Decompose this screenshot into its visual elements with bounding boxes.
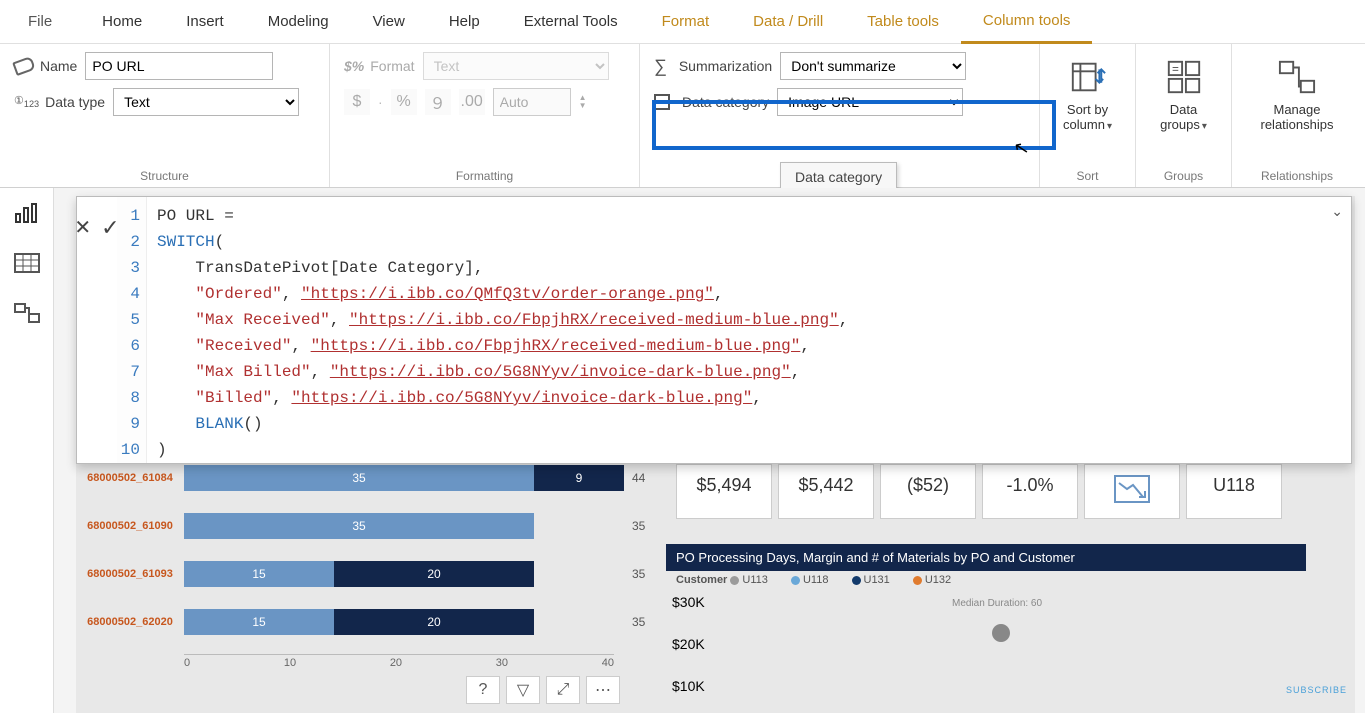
kpi-value-3: ($52) [880,464,976,519]
tab-column-tools[interactable]: Column tools [961,0,1093,44]
relationships-icon [1278,58,1316,96]
more-icon[interactable]: ⋯ [586,676,620,704]
datatype-select[interactable]: Text [113,88,299,116]
manage-relationships-button[interactable]: Manage relationships [1246,52,1348,138]
chart2-legend: Customer U113 U118 U131 U132 [676,574,971,586]
percent-button: % [391,89,417,115]
help-icon[interactable]: ? [466,676,500,704]
tab-file[interactable]: File [0,0,80,44]
sort-by-column-button[interactable]: Sort by column [1054,52,1121,138]
data-category-label: Data category [654,94,769,110]
tab-help[interactable]: Help [427,0,502,44]
tab-format[interactable]: Format [640,0,732,44]
decimal-button: .00 [459,89,485,115]
kpi-trend-icon [1084,464,1180,519]
data-view-icon[interactable] [13,252,41,274]
group-formatting: $% Format Text $ · % ９ .00 ▲▼ Formatting [330,44,640,187]
tab-external-tools[interactable]: External Tools [502,0,640,44]
percent-format-icon: $% [344,58,364,74]
view-switcher [0,188,54,713]
format-select: Text [423,52,609,80]
sort-icon [1069,58,1107,96]
datatype-label: ①123 Data type [14,94,105,110]
group-structure: Name ①123 Data type Text Structure [0,44,330,187]
model-view-icon[interactable] [13,302,41,324]
line-gutter: 12345678910 [117,197,147,463]
menu-bar: File Home Insert Modeling View Help Exte… [0,0,1365,44]
kpi-value-1: $5,494 [676,464,772,519]
report-view-icon[interactable] [13,202,41,224]
kpi-value-6: U118 [1186,464,1282,519]
group-label-groups: Groups [1150,165,1217,183]
scatter-point [992,624,1010,642]
groups-icon [1165,58,1203,96]
cancel-formula-button[interactable]: ✕ [74,215,91,240]
tab-insert[interactable]: Insert [164,0,246,44]
tab-table-tools[interactable]: Table tools [845,0,961,44]
format-label: $% Format [344,58,415,74]
bar-row: 68000502_61093 1520 35 [76,554,656,594]
tab-home[interactable]: Home [80,0,164,44]
thousands-button: ９ [425,89,451,115]
formula-editor[interactable]: PO URL = SWITCH( TransDatePivot[Date Cat… [147,197,1351,463]
bar-row: 68000502_61084 359 44 [76,458,656,498]
chart1-xaxis: 010203040 [184,654,614,669]
group-sort: Sort by column Sort [1040,44,1136,187]
visual-action-bar: ? ▽ ⤢ ⋯ [466,676,620,704]
bar-chart[interactable]: 68000502_61084 359 44 68000502_61090 35 … [76,458,656,650]
group-relationships: Manage relationships Relationships [1232,44,1362,187]
group-groups: Data groups Groups [1136,44,1232,187]
bar-row: 68000502_62020 1520 35 [76,602,656,642]
group-label-relationships: Relationships [1246,165,1348,183]
group-label-structure: Structure [14,165,315,183]
data-category-select[interactable]: Image URL [777,88,963,116]
tag-icon [12,56,36,76]
sigma-icon [654,56,673,77]
summarization-label: Summarization [654,56,772,77]
ribbon: Name ①123 Data type Text Structure $% [0,44,1365,188]
category-icon [654,94,670,110]
tab-modeling[interactable]: Modeling [246,0,351,44]
group-label-sort: Sort [1054,165,1121,183]
name-label: Name [14,58,77,74]
median-label: Median Duration: 60 [952,598,1042,609]
group-label-formatting: Formatting [344,165,625,183]
kpi-row: $5,494 $5,442 ($52) -1.0% U118 [676,464,1282,519]
name-input[interactable] [85,52,273,80]
tab-view[interactable]: View [351,0,427,44]
collapse-formula-button[interactable]: ⌄ [1331,203,1343,220]
chart2-title: PO Processing Days, Margin and # of Mate… [666,544,1306,571]
auto-input [493,88,571,116]
data-groups-button[interactable]: Data groups [1150,52,1217,138]
summarization-select[interactable]: Don't summarize [780,52,966,80]
currency-button: $ [344,89,370,115]
kpi-value-2: $5,442 [778,464,874,519]
kpi-value-4: -1.0% [982,464,1078,519]
bar-row: 68000502_61090 35 35 [76,506,656,546]
filter-icon[interactable]: ▽ [506,676,540,704]
formula-bar: ✕ ✓ 12345678910 PO URL = SWITCH( TransDa… [76,196,1352,464]
focus-icon[interactable]: ⤢ [546,676,580,704]
subscribe-watermark: SUBSCRIBE [1286,685,1347,695]
scatter-chart[interactable]: $30K $20K $10K Median Duration: 60 [672,594,1312,714]
tab-data-drill[interactable]: Data / Drill [731,0,845,44]
